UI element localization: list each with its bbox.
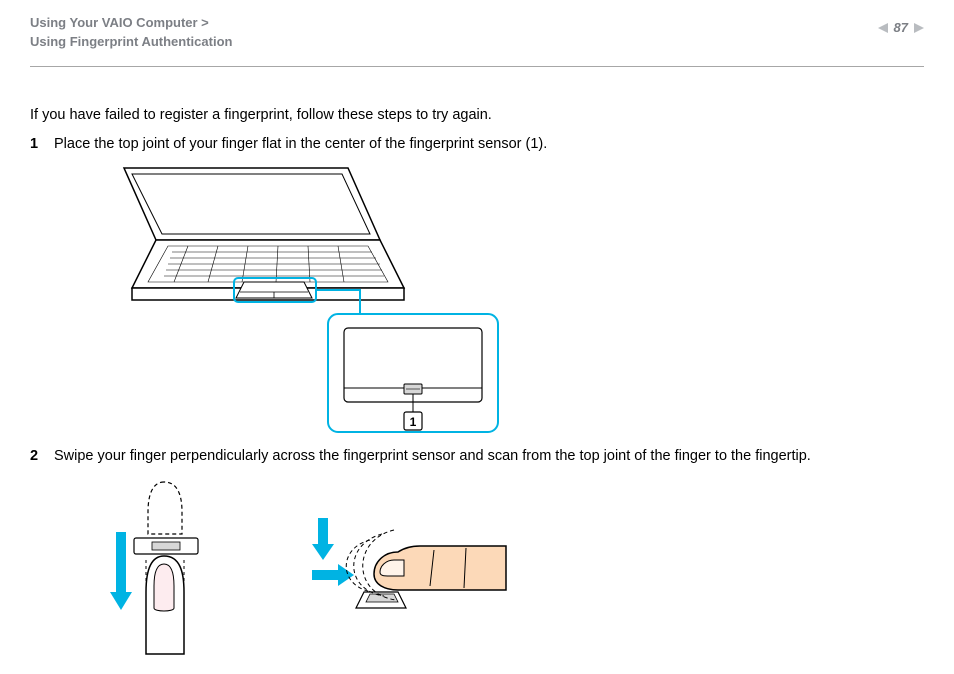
page-number: 87 (894, 20, 908, 35)
breadcrumb: Using Your VAIO Computer > Using Fingerp… (30, 14, 232, 52)
step-1: 1 Place the top joint of your finger fla… (30, 134, 924, 156)
content-body: If you have failed to register a fingerp… (30, 90, 924, 674)
page-nav: 87 (878, 20, 924, 35)
finger-swipe-illustration (68, 476, 508, 666)
figure-1: 1 (68, 164, 924, 436)
step-2: 2 Swipe your finger perpendicularly acro… (30, 446, 924, 468)
prev-page-icon[interactable] (878, 23, 888, 33)
intro-text: If you have failed to register a fingerp… (30, 105, 924, 127)
page: Using Your VAIO Computer > Using Fingerp… (0, 0, 954, 674)
step-1-number: 1 (30, 134, 54, 156)
next-page-icon[interactable] (914, 23, 924, 33)
step-2-number: 2 (30, 446, 54, 468)
figure-2 (68, 476, 924, 666)
laptop-with-sensor-illustration: 1 (68, 164, 508, 436)
breadcrumb-line-1: Using Your VAIO Computer > (30, 15, 209, 30)
breadcrumb-line-2: Using Fingerprint Authentication (30, 34, 232, 49)
callout-1-label: 1 (410, 415, 417, 429)
page-header: Using Your VAIO Computer > Using Fingerp… (30, 14, 924, 62)
step-1-text: Place the top joint of your finger flat … (54, 134, 924, 156)
step-2-text: Swipe your finger perpendicularly across… (54, 446, 924, 468)
header-rule (30, 66, 924, 67)
